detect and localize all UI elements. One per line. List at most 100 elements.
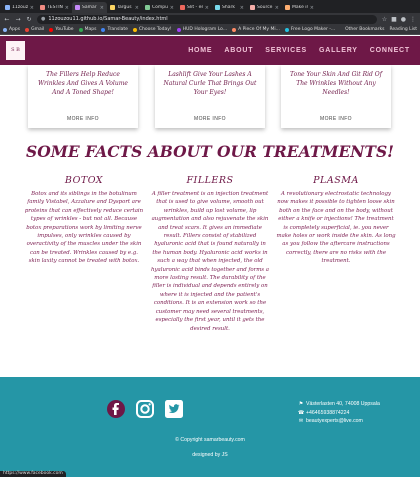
bookmark-item[interactable]: Apps [3, 27, 20, 32]
tab-close-icon[interactable]: × [275, 5, 279, 11]
bookmark-label: Gmail [31, 27, 45, 32]
bookmark-item[interactable]: HUD Hologram Lo... [176, 27, 228, 32]
twitter-icon[interactable] [164, 399, 184, 419]
tab-label: Slit - esse m [187, 5, 203, 10]
status-bar-url: https://www.facebook.com [0, 471, 66, 477]
instagram-icon[interactable] [135, 399, 155, 419]
tab-close-icon[interactable]: × [240, 5, 244, 11]
bookmark-item[interactable]: Free Logo Maker -... [284, 27, 335, 32]
tab-close-icon[interactable]: × [30, 5, 34, 11]
copyright-text: © Copyright samarbeauty.com [175, 437, 245, 443]
fact-text: Botox and its siblings in the botulinum … [24, 191, 144, 265]
bookmark-label: HUD Hologram Lo... [182, 27, 228, 32]
forward-arrow-icon[interactable]: → [15, 16, 21, 23]
bookmark-label: Translate [107, 27, 128, 32]
tab-label: TESTING.ex [47, 5, 63, 10]
reload-icon[interactable]: ↻ [26, 16, 32, 23]
browser-tab[interactable]: 11zouzou/fil× [2, 2, 37, 13]
fact-heading: BOTOX [64, 175, 104, 186]
url-input[interactable]: ● 11zouzou11.github.io/Samar-Beauty/inde… [37, 14, 377, 24]
more-info-link[interactable]: MORE INFO [281, 116, 391, 122]
extensions-icon[interactable]: ■ [391, 16, 397, 23]
lock-icon: ● [41, 16, 46, 22]
social-links [106, 399, 184, 419]
email-text: beautyexperts@live.com [306, 418, 363, 424]
favicon-icon [180, 5, 185, 10]
more-info-link[interactable]: MORE INFO [155, 116, 265, 122]
bookmark-label: A Piece Of My Mi... [238, 27, 280, 32]
nav-home[interactable]: HOME [188, 47, 212, 54]
card-text: Lashlift Give Your Lashes A Natural Curl… [163, 71, 257, 96]
url-text: 11zouzou11.github.io/Samar-Beauty/index.… [48, 16, 168, 22]
card-text: The Fillers Help Reduce Wrinkles And Giv… [38, 71, 128, 96]
bookmark-label: Choose Today! [138, 27, 172, 32]
facts-title: SOME FACTS ABOUT OUR TREATMENTS! [26, 142, 394, 161]
site-footer: ⚑ Västerlasten 40, 74008 Uppsala ☎ +4646… [0, 377, 420, 477]
contact-info: ⚑ Västerlasten 40, 74008 Uppsala ☎ +4646… [298, 400, 380, 426]
browser-tab[interactable]: ComputerSer× [142, 2, 177, 13]
bookmark-item[interactable]: Choose Today! [132, 27, 172, 32]
browser-tab[interactable]: Targus Cyper× [107, 2, 142, 13]
tab-close-icon[interactable]: × [65, 5, 69, 11]
tab-label: Source Samo [257, 5, 273, 10]
nav-services[interactable]: SERVICES [265, 47, 307, 54]
favicon-icon [250, 5, 255, 10]
browser-tab[interactable]: Samar Beauty× [72, 2, 107, 13]
fact-text: A filler treatment is an injection treat… [150, 191, 270, 332]
tab-close-icon[interactable]: × [100, 5, 104, 11]
site-header: S B HOME ABOUT SERVICES GALLERY CONNECT [0, 36, 420, 65]
phone-icon: ☎ [298, 409, 305, 416]
menu-icon[interactable]: ⋮ [410, 16, 416, 23]
more-info-link[interactable]: MORE INFO [28, 116, 138, 122]
bookmark-icon [232, 27, 237, 32]
bookmark-icon [132, 27, 137, 32]
fact-column-botox: BOTOX Botox and its siblings in the botu… [24, 175, 144, 266]
tab-label: Shark [222, 5, 235, 10]
favicon-icon [145, 5, 150, 10]
nav-gallery[interactable]: GALLERY [319, 47, 358, 54]
nav-connect[interactable]: CONNECT [370, 47, 410, 54]
bookmark-folder[interactable]: Reading List [389, 27, 417, 32]
bookmark-item[interactable]: A Piece Of My Mi... [232, 27, 280, 32]
browser-tab[interactable]: Shark × [212, 2, 247, 13]
browser-tab[interactable]: Source Samo× [247, 2, 282, 13]
site-logo[interactable]: S B [6, 41, 25, 60]
browser-tab[interactable]: Make image× [282, 2, 317, 13]
bookmark-item[interactable]: YouTube [49, 27, 74, 32]
bookmark-label: Apps [9, 27, 21, 32]
favicon-icon [215, 5, 220, 10]
tab-close-icon[interactable]: × [205, 5, 209, 11]
location-pin-icon: ⚑ [298, 401, 304, 407]
service-cards: The Fillers Help Reduce Wrinkles And Giv… [0, 65, 420, 135]
envelope-icon: ✉ [298, 418, 304, 424]
nav-about[interactable]: ABOUT [224, 47, 253, 54]
facebook-icon[interactable] [106, 399, 126, 419]
bookmark-icon [78, 27, 83, 32]
tab-close-icon[interactable]: × [310, 5, 314, 11]
fact-column-plasma: PLASMA A revolutionary electrostatic tec… [276, 175, 396, 266]
tab-close-icon[interactable]: × [135, 5, 139, 11]
email-row[interactable]: ✉ beautyexperts@live.com [298, 417, 380, 426]
service-card-fillers: The Fillers Help Reduce Wrinkles And Giv… [28, 65, 138, 128]
bookmark-item[interactable]: Maps [78, 27, 97, 32]
star-icon[interactable]: ☆ [382, 16, 387, 23]
bookmark-icon [101, 27, 106, 32]
bookmark-folder[interactable]: Other Bookmarks [345, 27, 384, 32]
tab-close-icon[interactable]: × [170, 5, 174, 11]
favicon-icon [40, 5, 45, 10]
favicon-icon [5, 5, 10, 10]
bookmark-icon [284, 27, 289, 32]
bookmark-label: Maps [84, 27, 97, 32]
browser-tab[interactable]: TESTING.ex× [37, 2, 72, 13]
browser-tab[interactable]: Slit - esse m× [177, 2, 212, 13]
tab-label: Make image [292, 5, 308, 10]
profile-icon[interactable]: ● [401, 16, 406, 23]
bookmark-item[interactable]: Gmail [25, 27, 44, 32]
phone-text: +46465938874224 [306, 409, 350, 416]
bookmark-item[interactable]: Translate [101, 27, 128, 32]
bookmark-icon [3, 27, 7, 32]
phone-row[interactable]: ☎ +46465938874224 [298, 409, 380, 418]
back-arrow-icon[interactable]: ← [4, 16, 10, 23]
tab-label: 11zouzou/fil [12, 5, 28, 10]
bookmark-icon [25, 27, 30, 32]
